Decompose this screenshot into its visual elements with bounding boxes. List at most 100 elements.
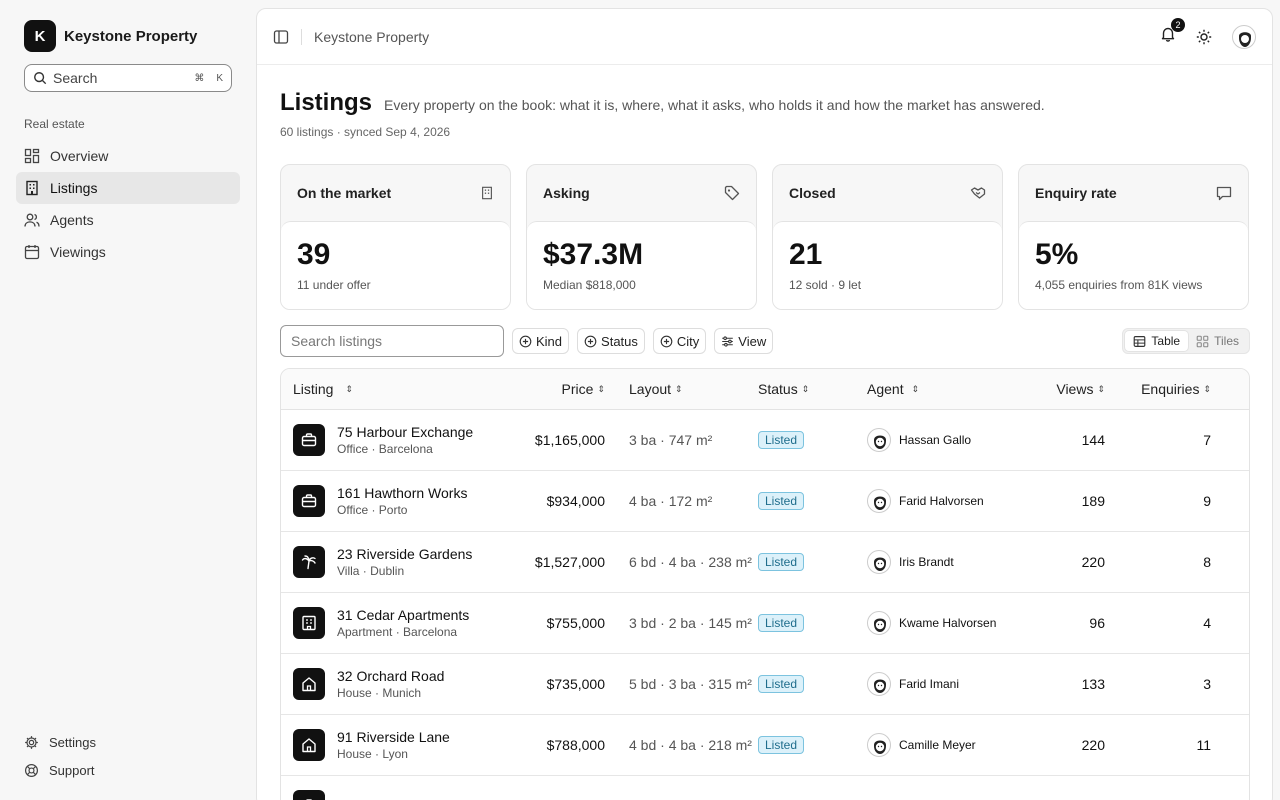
sort-icon: ⇕	[597, 383, 605, 394]
filter-city[interactable]: City	[652, 328, 707, 354]
cell-status: Listed	[758, 553, 867, 571]
view-mode-tiles[interactable]: Tiles	[1188, 331, 1247, 351]
card-title: On the market	[297, 185, 392, 201]
listing-name[interactable]: 32 Orchard Road	[337, 668, 444, 684]
cell-layout: 3 ba · 747 m²	[629, 432, 713, 448]
apartment-icon	[293, 607, 325, 639]
listing-subtitle: Office · Barcelona	[337, 442, 433, 456]
column-header-listing[interactable]: Listing ⇕	[281, 381, 517, 397]
notification-badge: 2	[1171, 18, 1185, 32]
status-badge: Listed	[758, 675, 805, 693]
avatar	[867, 611, 891, 635]
table-row[interactable]: 32 Orchard Road House · Munich $735,000 5 b…	[281, 654, 1249, 715]
column-header-agent[interactable]: Agent ⇕	[867, 381, 1025, 397]
plus-circle-icon	[660, 335, 673, 347]
plus-circle-icon	[519, 335, 532, 347]
cell-price: $788,000	[546, 737, 605, 753]
gear-icon	[25, 735, 38, 749]
cell-views: 144	[1081, 432, 1105, 448]
cell-views: 96	[1089, 615, 1105, 631]
filter-status[interactable]: Status	[577, 328, 645, 354]
agent-name[interactable]: Camille Meyer	[899, 738, 976, 752]
breadcrumb[interactable]: Keystone Property	[314, 29, 429, 45]
view-mode-switch: Table Tiles	[1122, 328, 1250, 354]
building-icon	[482, 186, 492, 200]
table-row[interactable]: 53 Elm Court	[281, 776, 1249, 800]
status-badge: Listed	[758, 553, 805, 571]
view-options-button[interactable]: View	[714, 328, 774, 354]
sidebar-item-overview[interactable]: Overview	[16, 140, 240, 172]
card-title: Enquiry rate	[1035, 185, 1117, 201]
column-label: Price	[561, 381, 594, 397]
column-header-layout[interactable]: Layout ⇕	[605, 381, 758, 397]
agent-name[interactable]: Hassan Gallo	[899, 433, 971, 447]
cell-listing: 75 Harbour Exchange Office · Barcelona	[281, 424, 517, 456]
sidebar-item-label: Settings	[49, 734, 96, 750]
sidebar: K Keystone Property Search ⌘ K Real esta…	[0, 0, 256, 800]
avatar	[867, 428, 891, 452]
column-header-status[interactable]: Status ⇕	[758, 381, 867, 397]
brand-logo: K	[24, 20, 56, 52]
topbar-actions: 2	[1160, 18, 1256, 49]
sidebar-toggle-icon[interactable]	[273, 29, 289, 45]
column-label: Views	[1056, 381, 1094, 397]
listing-search-input[interactable]: Search listings	[280, 325, 504, 357]
column-header-price[interactable]: Price ⇕	[517, 381, 605, 397]
chip-label: Kind	[536, 333, 563, 349]
view-mode-table[interactable]: Table	[1125, 331, 1189, 351]
notifications-button[interactable]: 2	[1160, 18, 1185, 47]
card-sub: 12 sold · 9 let	[789, 278, 862, 292]
sidebar-item-agents[interactable]: Agents	[16, 204, 240, 236]
sun-icon[interactable]	[1196, 29, 1212, 45]
listing-name[interactable]: 75 Harbour Exchange	[337, 424, 473, 440]
cell-views: 189	[1081, 493, 1105, 509]
sidebar-item-listings[interactable]: Listings	[16, 172, 240, 204]
table-row[interactable]: 23 Riverside Gardens Villa · Dublin $1,527…	[281, 532, 1249, 593]
agent-name[interactable]: Iris Brandt	[899, 555, 954, 569]
table-row[interactable]: 161 Hawthorn Works Office · Porto $934,000…	[281, 471, 1249, 532]
user-avatar[interactable]	[1232, 24, 1256, 49]
search-icon	[34, 72, 47, 85]
table-row[interactable]: 75 Harbour Exchange Office · Barcelona $1,…	[281, 410, 1249, 471]
sort-icon: ⇕	[1097, 383, 1105, 394]
cell-listing: 23 Riverside Gardens Villa · Dublin	[281, 546, 517, 578]
brand-name: Keystone Property	[64, 27, 198, 45]
agent-name[interactable]: Kwame Halvorsen	[899, 616, 996, 630]
column-header-enquiries[interactable]: Enquiries ⇕	[1105, 381, 1223, 397]
lifebuoy-icon	[24, 763, 39, 777]
cell-layout: 4 bd · 4 ba · 218 m²	[629, 737, 752, 753]
table-row[interactable]: 91 Riverside Lane House · Lyon $788,000 4 b…	[281, 715, 1249, 776]
listing-name[interactable]: 91 Riverside Lane	[337, 729, 450, 745]
avatar	[867, 672, 891, 696]
column-label: Status	[758, 381, 798, 397]
title-row: Listings Every property on the book: wha…	[280, 89, 1250, 117]
agent-name[interactable]: Farid Halvorsen	[899, 494, 984, 508]
sidebar-item-settings[interactable]: Settings	[16, 728, 240, 756]
column-header-views[interactable]: Views ⇕	[1025, 381, 1105, 397]
cell-agent: Hassan Gallo	[867, 428, 1025, 452]
brand[interactable]: K Keystone Property	[24, 20, 197, 52]
listing-name[interactable]: 23 Riverside Gardens	[337, 546, 472, 562]
table-row[interactable]: 31 Cedar Apartments Apartment · Barcelona…	[281, 593, 1249, 654]
card-value: 5%	[1035, 238, 1079, 271]
view-mode-label: Table	[1151, 334, 1181, 348]
listing-name[interactable]: 161 Hawthorn Works	[337, 485, 467, 501]
handshake-icon	[970, 187, 986, 199]
cell-agent: Farid Halvorsen	[867, 489, 1025, 513]
house-icon	[293, 668, 325, 700]
cell-price: $934,000	[546, 493, 605, 509]
sort-icon: ⇕	[345, 383, 354, 394]
sidebar-item-viewings[interactable]: Viewings	[16, 236, 240, 268]
sidebar-search[interactable]: Search ⌘ K	[24, 64, 232, 92]
agent-name[interactable]: Farid Imani	[899, 677, 959, 691]
avatar	[867, 733, 891, 757]
cell-layout: 3 bd · 2 ba · 145 m²	[629, 615, 752, 631]
cell-status: Listed	[758, 614, 867, 632]
tiles-icon	[1196, 335, 1209, 347]
column-label: Layout	[629, 381, 672, 397]
shortcut-key: K	[216, 72, 223, 84]
sidebar-item-support[interactable]: Support	[16, 756, 240, 784]
sidebar-item-label: Listings	[50, 180, 98, 196]
filter-kind[interactable]: Kind	[512, 328, 570, 354]
listing-name[interactable]: 31 Cedar Apartments	[337, 607, 469, 623]
